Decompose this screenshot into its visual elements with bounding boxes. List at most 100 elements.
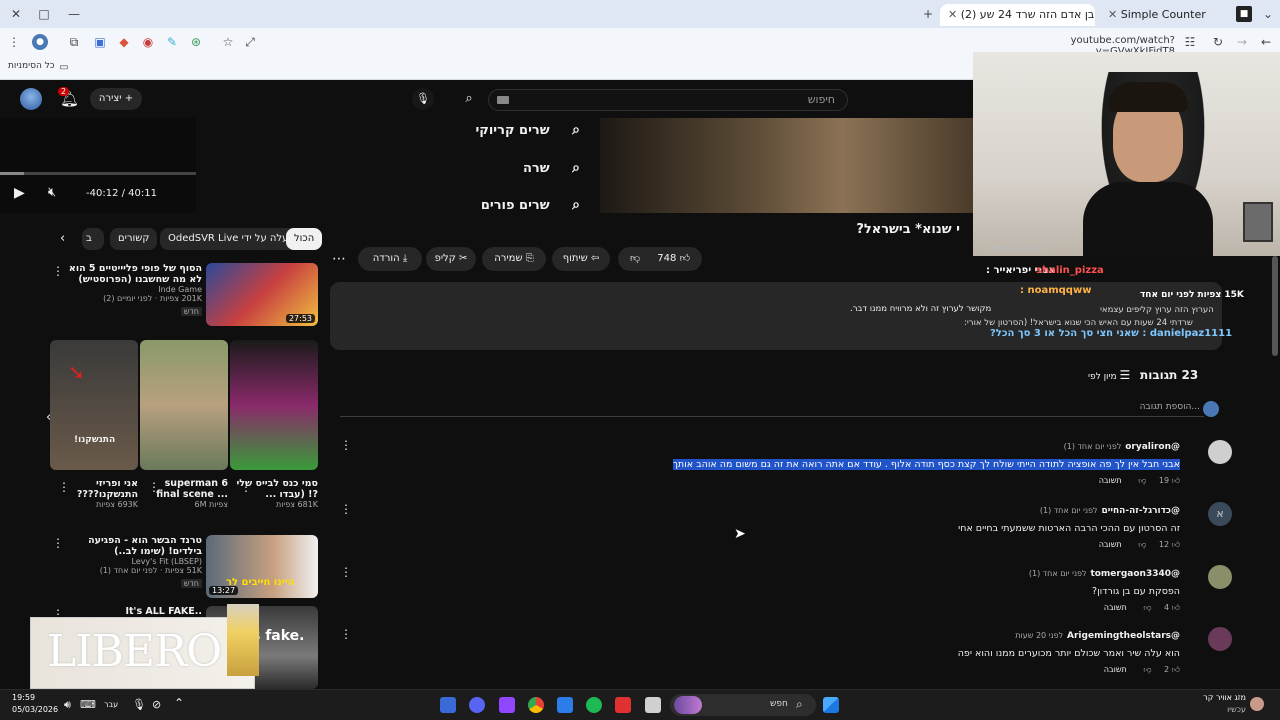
comment-author[interactable]: @oryaliron	[1125, 442, 1180, 452]
chips-scroll-left-icon[interactable]: ‹	[60, 231, 65, 246]
reply-button[interactable]: תשובה	[1104, 603, 1127, 612]
like-icon[interactable]: 👍︎	[1172, 665, 1180, 674]
clip-button[interactable]: קליפ ✂	[426, 247, 476, 271]
progress-bar[interactable]	[0, 172, 196, 175]
suggestion-item[interactable]: ⌕ שרים קריוקי	[200, 120, 580, 140]
language-indicator[interactable]: עבר	[104, 700, 118, 709]
account-avatar[interactable]	[20, 88, 42, 110]
minimize-icon[interactable]: ✕	[8, 6, 24, 22]
chip-related[interactable]: קשורים	[110, 228, 158, 250]
tab-close-icon[interactable]: ✕	[1108, 8, 1121, 21]
new-tab-icon[interactable]: +	[920, 6, 936, 22]
dislike-icon[interactable]: 👎︎	[1143, 665, 1151, 674]
site-settings-icon[interactable]: ☷	[1182, 34, 1198, 50]
download-button[interactable]: הורדה ⤓	[358, 247, 422, 271]
volume-icon[interactable]: 🔊︎	[64, 698, 71, 712]
extensions-icon[interactable]: ⧉	[66, 34, 82, 50]
tab-youtube-video[interactable]: ✕ (2) איך הבן אדם הזה שרד 24 שע	[940, 4, 1095, 26]
reload-icon[interactable]: ↻	[1210, 34, 1226, 50]
comment-time[interactable]: לפני יום אחד (1)	[1029, 569, 1087, 578]
no-device-icon[interactable]: ⊘	[152, 698, 161, 711]
sidebar-video-item[interactable]: It's ALL FAKE..	[62, 606, 202, 617]
sidebar-video-item[interactable]: הסוף של פופי פליייטיים 5 הוא לא מה שחשבנ…	[62, 263, 202, 317]
extension-icon-3[interactable]: ◉	[140, 34, 156, 50]
sort-button[interactable]: מיון לפי ☰	[1088, 368, 1130, 382]
tab-search-icon[interactable]: ■	[1236, 6, 1252, 22]
forward-icon[interactable]: →	[1234, 34, 1250, 50]
all-bookmarks-link[interactable]: כל הסימניות	[8, 61, 55, 71]
like-icon[interactable]: 👍︎	[1172, 540, 1180, 549]
video-menu-icon[interactable]: ⋮	[52, 264, 64, 278]
commenter-avatar[interactable]	[1208, 565, 1232, 589]
extension-icon-5[interactable]: ⊛	[188, 34, 204, 50]
commenter-avatar[interactable]	[1208, 440, 1232, 464]
more-actions-icon[interactable]: ⋯	[332, 251, 346, 267]
taskbar-search[interactable]: חפש ⌕	[670, 694, 816, 716]
obs-icon[interactable]	[615, 697, 631, 713]
comment-menu-icon[interactable]: ⋮	[340, 502, 352, 516]
short-menu-icon[interactable]: ⋮	[58, 480, 70, 494]
short-thumbnail[interactable]	[230, 340, 318, 470]
clock-date[interactable]: 05/03/2026	[12, 705, 58, 714]
comment-time[interactable]: לפני יום אחד (1)	[1064, 442, 1122, 451]
dislike-icon[interactable]: 👎︎	[1143, 603, 1151, 612]
like-icon[interactable]: 👍︎	[1172, 603, 1180, 612]
voice-search-icon[interactable]: 🎙︎	[412, 88, 434, 110]
close-window-icon[interactable]: —	[66, 6, 82, 22]
like-icon[interactable]: 👍︎	[1172, 476, 1180, 485]
comment-time[interactable]: לפני 20 שעות	[1015, 631, 1063, 640]
tab-simple-counter[interactable]: ✕ Simple Counter	[1100, 4, 1220, 26]
create-button[interactable]: יצירה +	[90, 88, 142, 110]
reply-button[interactable]: תשובה	[1099, 540, 1122, 549]
commenter-avatar[interactable]: א	[1208, 502, 1232, 526]
spotify-icon[interactable]	[586, 697, 602, 713]
chip-more[interactable]: ב	[82, 228, 104, 250]
share-button[interactable]: שיתוף ⇦	[552, 247, 610, 271]
comment-menu-icon[interactable]: ⋮	[340, 438, 352, 452]
suggestion-item[interactable]: ⌕ שרים פורים	[200, 195, 580, 215]
keyboard-icon[interactable]	[497, 96, 509, 104]
comment-author[interactable]: @כדורגל-זה-החיים	[1101, 506, 1180, 516]
play-icon[interactable]: ▶	[14, 185, 25, 201]
reply-button[interactable]: תשובה	[1104, 665, 1127, 674]
save-button[interactable]: שמירה ⎘	[482, 247, 546, 271]
comment-menu-icon[interactable]: ⋮	[340, 565, 352, 579]
file-explorer-icon[interactable]	[645, 697, 661, 713]
chip-all[interactable]: הכול	[286, 228, 323, 250]
like-icon[interactable]: 👍︎	[680, 253, 690, 264]
chrome-menu-icon[interactable]: ⌄	[1260, 6, 1276, 22]
windows-start-icon[interactable]	[823, 697, 839, 713]
extension-icon-1[interactable]: ▣	[92, 34, 108, 50]
comment-author[interactable]: @Arigemingtheolstars	[1067, 631, 1180, 641]
commenter-avatar[interactable]	[1208, 627, 1232, 651]
suggestion-item[interactable]: ⌕ שרה	[200, 158, 580, 178]
mute-icon[interactable]: 🔇︎	[48, 185, 56, 200]
dislike-icon[interactable]: 👎︎	[1138, 540, 1146, 549]
apps-grid-icon[interactable]	[557, 697, 573, 713]
maximize-icon[interactable]: □	[36, 6, 52, 22]
calculator-icon[interactable]	[440, 697, 456, 713]
screenshot-icon[interactable]: ⤢	[242, 34, 258, 50]
network-icon[interactable]: ⌨	[80, 698, 96, 711]
bookmark-star-icon[interactable]: ☆	[220, 34, 236, 50]
video-menu-icon[interactable]: ⋮	[52, 536, 64, 550]
add-comment-input[interactable]: הוספת תגובה...	[1100, 402, 1200, 412]
extension-icon-2[interactable]: ◆	[116, 34, 132, 50]
profile-icon[interactable]: ●	[32, 34, 48, 50]
channel-name[interactable]: Inde Game	[62, 285, 202, 294]
tray-expand-icon[interactable]: ⌃	[174, 696, 184, 710]
short-menu-icon[interactable]: ⋮	[240, 480, 252, 494]
mini-player[interactable]: ▶ 🔇︎ -40:12 / 40:11	[0, 118, 196, 213]
comment-time[interactable]: לפני יום אחד (1)	[1040, 506, 1098, 515]
back-icon[interactable]: ←	[1258, 34, 1274, 50]
extension-icon-4[interactable]: ✎	[164, 34, 180, 50]
discord-icon[interactable]	[469, 697, 485, 713]
short-thumbnail[interactable]	[140, 340, 228, 470]
dislike-icon[interactable]: 👎︎	[630, 253, 640, 264]
chrome-icon[interactable]	[528, 697, 544, 713]
chip-uploaded-by[interactable]: הועלה על ידי OdedSVR Live	[160, 228, 306, 250]
video-thumbnail[interactable]: 27:53	[206, 263, 318, 326]
twitch-icon[interactable]	[499, 697, 515, 713]
search-button-icon[interactable]: ⌕	[458, 88, 480, 110]
video-thumbnail[interactable]: היינו חייבים לר 13:27	[206, 535, 318, 598]
